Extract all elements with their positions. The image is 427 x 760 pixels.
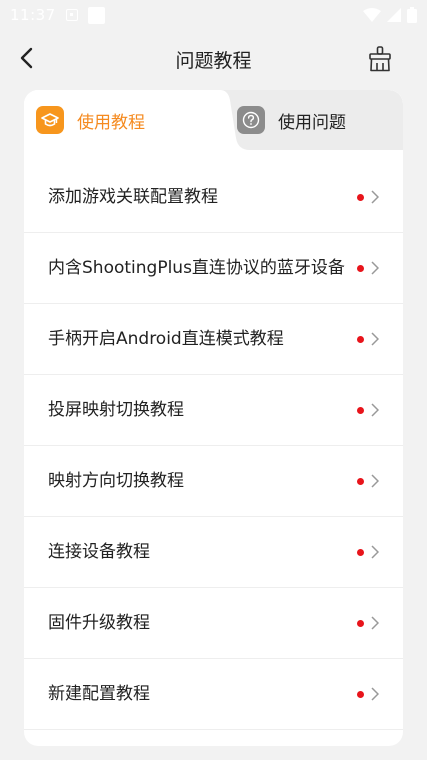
question-icon [237,106,265,134]
list-item[interactable]: 手柄开启Android直连模式教程 [24,304,403,375]
chevron-right-icon [371,615,381,631]
chevron-right-icon [371,402,381,418]
unread-dot [357,548,364,556]
tab-usage-questions[interactable]: 使用问题 [237,90,346,150]
chevron-right-icon [371,473,381,489]
battery-icon [407,7,417,23]
list-item[interactable]: 映射方向切换教程 [24,446,403,517]
unread-dot [357,264,364,272]
list-item[interactable]: 新建配置教程 [24,659,403,730]
status-time: 11:37 [10,6,56,24]
unread-dot [357,690,364,698]
list-item[interactable]: 投屏映射切换教程 [24,375,403,446]
list-item[interactable]: 内含ShootingPlus直连协议的蓝牙设备 [24,233,403,304]
chevron-right-icon [371,544,381,560]
list-item-label: 固件升级教程 [48,613,150,633]
clean-button[interactable] [365,44,395,74]
list-item-label: 投屏映射切换教程 [48,400,184,420]
tab-label: 使用问题 [278,112,346,133]
app-notification-icon [87,6,105,24]
unread-dot [357,335,364,343]
unread-dot [357,406,364,414]
status-bar: 11:37 [0,0,427,30]
list-item-label: 内含ShootingPlus直连协议的蓝牙设备 [48,258,345,278]
tab-label: 使用教程 [77,112,145,133]
list-item[interactable]: 连接设备教程 [24,517,403,588]
tutorial-card: 使用教程 使用问题 添加游戏关联配置教程 内含ShootingPlus直连协议的… [24,90,403,746]
list-item[interactable]: 固件升级教程 [24,588,403,659]
list-item-label: 手柄开启Android直连模式教程 [48,329,284,349]
list-item-label: 添加游戏关联配置教程 [48,187,218,207]
list-item-label: 连接设备教程 [48,542,150,562]
page-title: 问题教程 [175,50,252,72]
unread-dot [357,193,364,201]
status-icons [363,7,417,23]
chevron-right-icon [371,331,381,347]
unread-dot [357,619,364,627]
list-item[interactable]: 添加游戏关联配置教程 [24,162,403,233]
graduation-cap-icon [36,106,64,134]
chevron-right-icon [371,260,381,276]
unread-dot [357,477,364,485]
header: 问题教程 [0,36,427,82]
list-item-label: 新建配置教程 [48,684,150,704]
wifi-icon [363,8,381,22]
signal-icon [387,8,401,22]
broom-clean-icon [369,46,391,72]
chevron-right-icon [371,189,381,205]
tutorial-list: 添加游戏关联配置教程 内含ShootingPlus直连协议的蓝牙设备 手柄开启A… [24,150,403,730]
notification-icon [65,9,78,21]
tab-usage-tutorial[interactable]: 使用教程 [36,90,145,150]
tab-bar: 使用教程 使用问题 [24,90,403,150]
list-item-label: 映射方向切换教程 [48,471,184,491]
chevron-right-icon [371,686,381,702]
